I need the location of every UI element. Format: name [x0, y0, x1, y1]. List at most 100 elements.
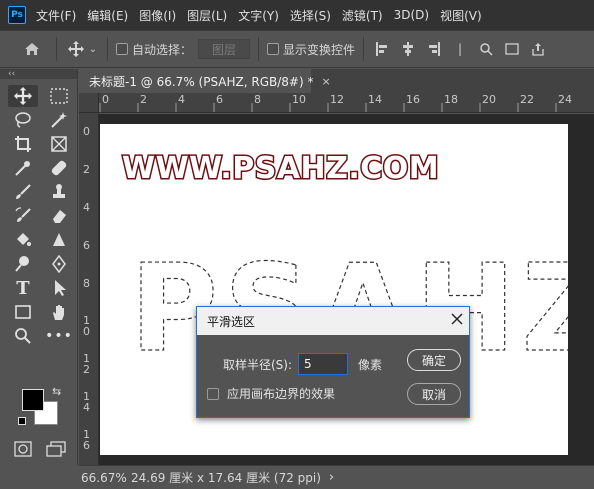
blur-tool-icon[interactable]	[44, 229, 74, 251]
menu-filter[interactable]: 滤镜(T)	[342, 7, 383, 24]
more-options-icon[interactable]: |	[450, 39, 470, 59]
photoshop-logo: Ps	[8, 6, 26, 24]
healing-brush-icon[interactable]	[44, 157, 74, 179]
divider	[107, 37, 108, 61]
ruler-tick: 1 0	[83, 314, 90, 338]
ruler-tick: 10	[292, 93, 306, 106]
more-tools-icon[interactable]: •••	[44, 325, 74, 347]
auto-select-label: 自动选择：	[132, 42, 193, 57]
divider	[258, 37, 260, 61]
cancel-button[interactable]: 取消	[407, 383, 461, 405]
lasso-tool-icon[interactable]	[8, 109, 38, 131]
stamp-tool-icon[interactable]	[44, 181, 74, 203]
search-icon[interactable]	[476, 39, 496, 59]
align-center-icon[interactable]	[398, 39, 418, 59]
path-selection-icon[interactable]	[44, 277, 74, 299]
menu-file[interactable]: 文件(F)	[36, 7, 76, 24]
menu-edit[interactable]: 编辑(E)	[87, 7, 128, 24]
ruler-tick: 20	[482, 93, 496, 106]
move-tool-icon[interactable]	[8, 85, 38, 107]
chevron-down-icon[interactable]: ⌄	[87, 44, 99, 55]
close-icon[interactable]	[451, 312, 463, 328]
pen-tool-icon[interactable]	[44, 253, 74, 275]
hand-tool-icon[interactable]	[44, 301, 74, 323]
align-left-icon[interactable]	[372, 39, 392, 59]
marquee-tool-icon[interactable]	[44, 85, 74, 107]
toolbox-collapse[interactable]: ‹‹	[0, 69, 77, 79]
frame-tool-icon[interactable]	[44, 133, 74, 155]
align-right-icon[interactable]	[424, 39, 444, 59]
ruler-tick: 24	[558, 93, 572, 106]
ruler-tick: 6	[83, 239, 90, 252]
quick-mask-icon[interactable]	[14, 441, 32, 460]
menu-image[interactable]: 图像(I)	[139, 7, 176, 24]
apply-canvas-edge-checkbox[interactable]	[207, 387, 219, 400]
ruler-tick: 2	[140, 93, 147, 106]
ruler-corner	[79, 93, 99, 113]
ruler-tick: 0	[83, 125, 90, 138]
paint-bucket-icon[interactable]	[8, 229, 38, 251]
dialog-title-bar[interactable]: 平滑选区	[197, 307, 469, 335]
document-tab-bar: 未标题-1 @ 66.7% (PSAHZ, RGB/8#) * ×	[79, 69, 594, 93]
radius-unit-label: 像素	[358, 357, 383, 372]
ok-button[interactable]: 确定	[407, 349, 461, 371]
ruler-tick: 8	[83, 277, 90, 290]
ruler-tick: 2	[83, 163, 90, 176]
rectangle-tool-icon[interactable]	[8, 301, 38, 323]
magic-wand-icon[interactable]	[44, 109, 74, 131]
workspace-icon[interactable]	[502, 39, 522, 59]
type-tool-icon[interactable]: T	[8, 277, 38, 299]
brush-tool-icon[interactable]	[8, 181, 38, 203]
sample-radius-label: 取样半径(S):	[223, 357, 293, 372]
screen-mode-icon[interactable]	[46, 441, 66, 460]
document-tab[interactable]: 未标题-1 @ 66.7% (PSAHZ, RGB/8#) * ×	[79, 69, 331, 93]
options-bar: ⌄ 自动选择： 图层 显示变换控件 |	[0, 30, 594, 68]
color-swatches: ⇆	[18, 385, 68, 435]
sample-radius-row: 取样半径(S): 5 像素	[223, 353, 382, 375]
ruler-tick: 1 4	[83, 390, 90, 414]
ruler-tick: 16	[406, 93, 420, 106]
ruler-tick: 1 2	[83, 352, 90, 376]
menu-type[interactable]: 文字(Y)	[238, 7, 279, 24]
ruler-horizontal[interactable]: 0 2 4 6 8 10 12 14 16 18 20 22 24	[99, 93, 594, 113]
show-transform-label: 显示变换控件	[283, 42, 356, 57]
menu-view[interactable]: 视图(V)	[440, 7, 482, 24]
apply-canvas-edge-label: 应用画布边界的效果	[227, 387, 336, 401]
ruler-tick: 22	[520, 93, 534, 106]
ruler-tick: 18	[444, 93, 458, 106]
history-brush-icon[interactable]	[8, 205, 38, 227]
eraser-tool-icon[interactable]	[44, 205, 74, 227]
close-icon[interactable]: ×	[321, 75, 330, 88]
ruler-vertical[interactable]: 0 2 4 6 8 1 0 1 2 1 4 1 6	[79, 113, 99, 465]
home-icon[interactable]	[22, 42, 42, 56]
move-tool-icon[interactable]	[65, 41, 87, 57]
crop-tool-icon[interactable]	[8, 133, 38, 155]
zoom-tool-icon[interactable]	[8, 325, 38, 347]
menu-layer[interactable]: 图层(L)	[187, 7, 227, 24]
eyedropper-icon[interactable]	[8, 157, 38, 179]
canvas-edge-row: 应用画布边界的效果	[207, 385, 335, 402]
default-colors-icon[interactable]	[18, 417, 26, 425]
ruler-tick: 4	[83, 201, 90, 214]
menu-3d[interactable]: 3D(D)	[394, 8, 429, 22]
menu-select[interactable]: 选择(S)	[290, 7, 331, 24]
ruler-tick: 14	[368, 93, 382, 106]
ruler-tick: 0	[102, 93, 109, 106]
zoom-level[interactable]: 66.67%	[81, 471, 127, 485]
ruler-tick: 8	[254, 93, 261, 106]
auto-select-target-dropdown[interactable]: 图层	[198, 39, 251, 59]
ruler-tick: 6	[216, 93, 223, 106]
sample-radius-input[interactable]: 5	[298, 353, 349, 375]
share-icon[interactable]	[528, 39, 548, 59]
divider	[56, 37, 57, 61]
ruler-tick: 12	[330, 93, 344, 106]
swap-colors-icon[interactable]: ⇆	[52, 385, 61, 398]
dialog-title: 平滑选区	[207, 314, 256, 329]
ruler-tick: 4	[178, 93, 185, 106]
dodge-tool-icon[interactable]	[8, 253, 38, 275]
show-transform-checkbox[interactable]	[267, 43, 280, 55]
status-menu-arrow[interactable]: ›	[329, 470, 334, 485]
foreground-color[interactable]	[22, 389, 44, 411]
ruler-tick: 1 6	[83, 428, 90, 452]
auto-select-checkbox[interactable]	[116, 43, 128, 55]
